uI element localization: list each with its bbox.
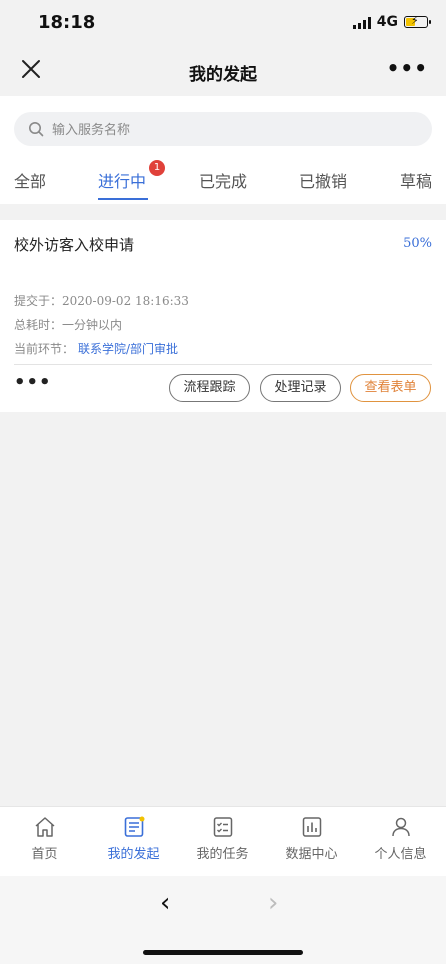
tab-revoked[interactable]: 已撤销 [299, 168, 347, 192]
status-tabs: 全部 进行中 1 已完成 已撤销 草稿 [0, 158, 446, 204]
tabbar-label: 数据中心 [285, 847, 338, 862]
card-divider [14, 364, 432, 365]
search-box[interactable] [14, 112, 432, 148]
more-options-icon[interactable]: ••• [387, 56, 428, 80]
tabbar-item-my-requests[interactable]: 我的发起 [89, 815, 178, 862]
tabbar-item-home[interactable]: 首页 [0, 815, 89, 862]
tab-badge: 1 [149, 160, 165, 176]
status-bar: 18:18 4G ⚡ [0, 0, 446, 46]
tabbar-label: 我的任务 [196, 847, 249, 862]
status-time: 18:18 [38, 12, 96, 33]
application-title: 校外访客入校申请 [14, 236, 135, 254]
stage-label: 当前环节： [14, 342, 75, 356]
application-card[interactable]: 校外访客入校申请 50% 提交于：2020-09-02 18:16:33 总耗时… [0, 220, 446, 412]
battery-icon: ⚡ [404, 14, 431, 28]
tabbar-label: 我的发起 [107, 847, 160, 862]
active-tab-indicator [98, 198, 148, 200]
tab-completed[interactable]: 已完成 [199, 168, 247, 192]
person-icon [391, 817, 410, 837]
back-arrow-icon[interactable]: ‹ [160, 888, 170, 918]
processing-records-button[interactable]: 处理记录 [260, 374, 341, 402]
duration-value: 一分钟以内 [62, 318, 123, 332]
search-icon [29, 122, 44, 137]
bar-chart-icon [302, 817, 321, 837]
duration-row: 总耗时：一分钟以内 [14, 316, 122, 333]
stage-value[interactable]: 联系学院/部门审批 [78, 342, 178, 356]
tabbar-item-profile[interactable]: 个人信息 [356, 815, 445, 862]
track-process-button[interactable]: 流程跟踪 [169, 374, 250, 402]
progress-percent: 50% [403, 236, 432, 251]
tabbar-label: 首页 [31, 847, 58, 862]
stage-row: 当前环节： 联系学院/部门审批 [14, 340, 178, 357]
tabbar-label: 个人信息 [374, 847, 427, 862]
card-more-button[interactable]: ••• [14, 372, 52, 393]
network-type: 4G [376, 14, 398, 30]
filter-panel: 全部 进行中 1 已完成 已撤销 草稿 [0, 96, 446, 204]
bottom-tab-bar: 首页 我的发起 我的任务 数据中心 个人信息 [0, 806, 446, 876]
tab-all[interactable]: 全部 [14, 168, 46, 192]
submitted-value: 2020-09-02 18:16:33 [62, 294, 189, 308]
view-form-button[interactable]: 查看表单 [350, 374, 431, 402]
forward-arrow-icon[interactable]: › [268, 888, 278, 918]
browser-toolbar: ‹ › [0, 876, 446, 964]
status-icons: 4G ⚡ [352, 14, 431, 30]
submitted-row: 提交于：2020-09-02 18:16:33 [14, 292, 189, 309]
search-input[interactable] [50, 112, 414, 148]
tabbar-item-my-tasks[interactable]: 我的任务 [178, 815, 267, 862]
page-title: 我的发起 [189, 65, 257, 85]
task-list-icon [213, 817, 232, 837]
tab-in-progress[interactable]: 进行中 [98, 168, 146, 192]
home-icon [35, 817, 54, 837]
signal-icon [352, 16, 371, 29]
document-icon [124, 816, 144, 837]
nav-bar: 我的发起 ••• [0, 46, 446, 96]
duration-label: 总耗时： [14, 318, 63, 332]
submitted-label: 提交于： [14, 294, 63, 308]
home-indicator [143, 950, 303, 955]
tabbar-item-data-center[interactable]: 数据中心 [267, 815, 356, 862]
tab-drafts[interactable]: 草稿 [400, 168, 432, 192]
